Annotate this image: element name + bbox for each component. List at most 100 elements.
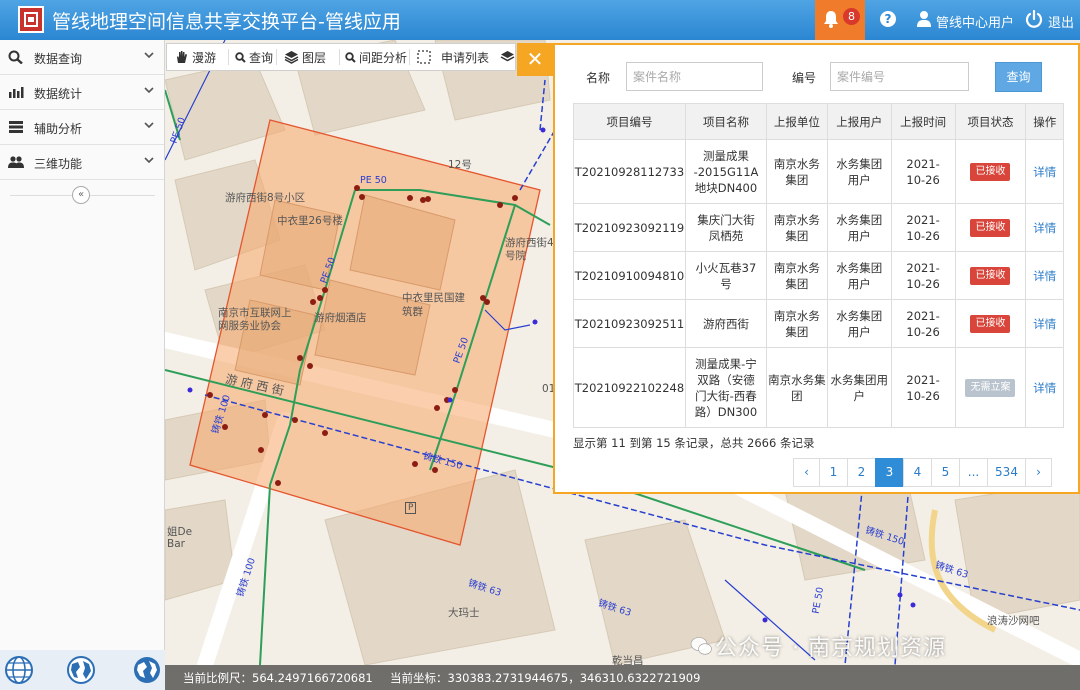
sidebar-item-3d[interactable]: 三维功能 [0,145,164,180]
app-title: 管线地理空间信息共享交换平台-管线应用 [52,11,401,33]
apply-list-tool[interactable]: 申请列表 [417,44,489,70]
cell-text-line: -2015G11A [693,164,759,179]
table-cell: 已接收 [954,139,1027,204]
apply-list-label: 申请列表 [441,50,490,65]
table-row: T20210928112733 测量成果 -2015G11A 地块DN400 南京水务集… [573,139,1064,204]
globe-icon[interactable] [4,655,34,685]
pagination: ‹ 1 2 3 4 5... 534 › [793,458,1052,487]
cell-text-line: 门大街-西春 [695,388,757,403]
table-cell: 详情 [1025,347,1064,428]
table-cell: 游府西街 [684,299,768,348]
table-row: T20210923092511 游府西街 南京水务 集团 水务集团 用户 2021- 10-2… [573,299,1064,348]
column-header[interactable]: 项目编号 [573,103,686,140]
page-prev-button[interactable]: ‹ [793,458,820,487]
power-icon[interactable] [1025,10,1043,28]
sidebar-item-label: 辅助分析 [34,122,83,136]
table-cell: T20210922102248 [573,347,686,428]
column-header[interactable]: 上报单位 [766,103,828,140]
user-name[interactable]: 管线中心用户 [936,12,1014,31]
column-header[interactable]: 上报用户 [826,103,892,140]
page-button[interactable]: 3 [875,458,904,487]
case-name-input[interactable] [626,62,763,91]
number-label: 编号 [792,71,817,85]
query-button[interactable]: 查询 [995,62,1042,92]
toolbar-divider [409,49,410,65]
query-tool[interactable]: 查询 [235,44,273,70]
globe-3d-icon[interactable] [132,655,162,685]
list-icon [9,121,23,133]
page-button[interactable]: 534 [987,458,1026,487]
detail-link[interactable]: 详情 [1033,269,1056,283]
column-header[interactable]: 项目名称 [684,103,768,140]
cell-text-line: 10-26 [906,388,940,403]
table-cell: 南京水务集团 [766,299,828,348]
table-cell: 水务集团用户 [826,251,892,300]
cell-text-line: 号 [720,276,732,291]
notification-button[interactable]: 8 [815,0,865,40]
map-label: 乾当昌 [612,655,644,665]
hand-icon [177,51,187,63]
page-button[interactable]: 2 [847,458,876,487]
cell-text-line: 水务集团 [836,260,883,275]
cell-text-line: 南京水务 [773,260,820,275]
cell-text-line: 游府西街 [702,316,749,331]
logo-icon [18,6,44,33]
table-cell: 2021- 10-26 [890,299,956,348]
user-icon[interactable] [916,10,932,28]
sidebar-item-data-query[interactable]: 数据查询 [0,40,164,75]
table-cell: 水务集团用户 [826,299,892,348]
cell-text-line: 测量成果-宁 [695,356,757,371]
page-next-button[interactable]: › [1025,458,1052,487]
table-cell: 已接收 [954,251,1027,300]
cell-text-line: 2021- [906,372,940,387]
table-cell: 详情 [1025,251,1064,300]
page-button[interactable]: ... [959,458,988,487]
table-cell: 南京水务集团 [766,139,828,204]
page-button[interactable]: 1 [819,458,848,487]
column-header[interactable]: 操作 [1025,103,1064,140]
notification-badge: 8 [843,8,860,25]
selection-box-icon [417,50,431,64]
logout-link[interactable]: 退出 [1048,12,1074,31]
distance-analysis-tool[interactable]: 间距分析 [345,44,407,70]
table-header-row: 项目编号 项目名称 上报单位 上报用户 上报时间 项目状态 操作 [573,103,1064,140]
table-cell: 水务集团用户 [826,203,892,252]
detail-link[interactable]: 详情 [1033,165,1056,179]
case-number-input[interactable] [830,62,969,91]
map-label: 姐De [167,526,193,538]
help-icon[interactable]: ? [880,11,896,27]
column-header[interactable]: 上报时间 [890,103,956,140]
records-info: 显示第 11 到第 15 条记录，总共 2666 条记录 [573,436,815,450]
globe-map-icon[interactable] [66,655,96,685]
detail-link[interactable]: 详情 [1033,317,1056,331]
cell-text-line: 2021- [906,308,940,323]
column-header[interactable]: 项目状态 [954,103,1027,140]
layers-tool-2[interactable] [500,44,518,70]
sidebar: 数据查询 数据统计 辅助分析 三维功能 « [0,40,165,650]
scale-readout: 当前比例尺：564.2497166720681 [183,671,373,685]
cell-text-line: 2021- [906,260,940,275]
sidebar-item-data-stats[interactable]: 数据统计 [0,75,164,110]
watermark: 公众号 · 南京规划资源 [715,636,946,661]
table-cell: 南京水务集团 [766,251,828,300]
detail-link[interactable]: 详情 [1033,221,1056,235]
distance-label: 间距分析 [359,50,408,65]
cell-text-line: 南京水务集团 [768,372,826,403]
status-badge: 已接收 [970,315,1011,333]
page-button[interactable]: 4 [903,458,932,487]
page-button[interactable]: 5 [931,458,960,487]
table-cell: 集庆门大街 凤栖苑 [684,203,768,252]
close-panel-button[interactable]: ✕ [517,43,553,76]
table-cell: 水务集团用户 [826,139,892,204]
map-label: 大玛士 [448,607,480,619]
table-cell: T20210923092511 [573,299,686,348]
sidebar-item-aux-analysis[interactable]: 辅助分析 [0,110,164,145]
cell-text-line: 集团 [785,276,809,291]
detail-link[interactable]: 详情 [1033,381,1056,395]
roam-tool[interactable]: 漫游 [175,44,216,70]
table-cell: 2021- 10-26 [890,347,956,428]
layers-tool[interactable]: 图层 [284,44,326,70]
sidebar-collapse-button[interactable]: « [72,186,90,204]
map-label: 游府烟酒店 [314,312,367,324]
chevron-down-icon [144,52,154,59]
